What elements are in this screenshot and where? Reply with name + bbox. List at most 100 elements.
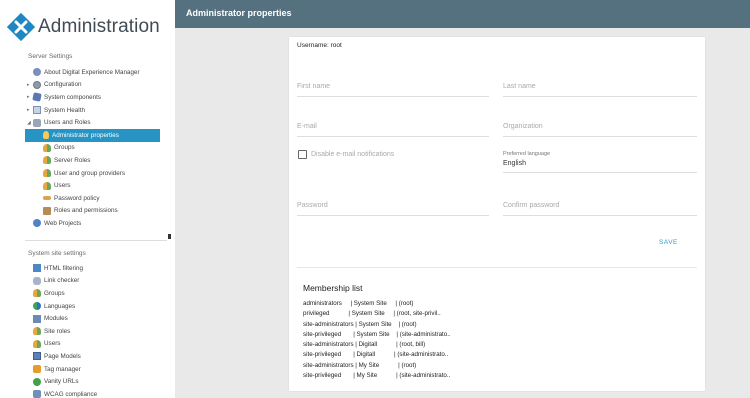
sidebar-item-site-roles[interactable]: Site roles bbox=[0, 325, 175, 338]
vanity-icon bbox=[33, 377, 41, 386]
sidebar-item-user-and-group-providers[interactable]: User and group providers bbox=[0, 167, 175, 180]
site-roles-icon bbox=[33, 327, 41, 336]
sidebar-item-label: Page Models bbox=[44, 352, 81, 360]
password-field[interactable]: Password bbox=[297, 202, 489, 216]
sidebar-item-label: Users and Roles bbox=[44, 119, 91, 127]
sidebar-item-page-models[interactable]: Page Models bbox=[0, 350, 175, 363]
organization-field[interactable]: Organization bbox=[503, 123, 697, 137]
confirm-password-field[interactable]: Confirm password bbox=[503, 202, 697, 216]
sidebar-item-label: Vanity URLs bbox=[44, 378, 79, 386]
server-roles-icon bbox=[43, 156, 51, 165]
top-header: Administrator properties bbox=[175, 0, 750, 28]
membership-row: site-privileged | Digitall | (site-admin… bbox=[303, 351, 449, 359]
sidebar-item-languages[interactable]: Languages bbox=[0, 300, 175, 313]
sidebar-item-password-policy[interactable]: Password policy bbox=[0, 192, 175, 205]
sidebar-item-label: HTML filtering bbox=[44, 264, 83, 272]
web-icon bbox=[33, 219, 41, 228]
sidebar-item-modules[interactable]: Modules bbox=[0, 312, 175, 325]
sidebar-divider bbox=[25, 240, 167, 241]
gear-icon bbox=[33, 80, 41, 89]
sidebar-item-label: Link checker bbox=[44, 277, 80, 285]
sidebar-item-label: Server Roles bbox=[54, 156, 91, 164]
page-title: Administrator properties bbox=[186, 8, 292, 18]
email-field[interactable]: E-mail bbox=[297, 123, 489, 137]
section-divider bbox=[297, 267, 697, 268]
tag-icon bbox=[33, 365, 41, 374]
sidebar-item-label: Web Projects bbox=[44, 219, 82, 227]
brand: Administration bbox=[7, 12, 160, 42]
preferred-language-select[interactable]: Preferred language English bbox=[503, 151, 697, 173]
first-name-field[interactable]: First name bbox=[297, 83, 489, 97]
membership-title: Membership list bbox=[303, 283, 363, 293]
email-placeholder: E-mail bbox=[297, 123, 317, 130]
sidebar-item-administrator-properties[interactable]: Administrator properties bbox=[25, 128, 160, 142]
sidebar-item-label: About Digital Experience Manager bbox=[44, 68, 140, 76]
membership-row: site-administrators | My Site | (root) bbox=[303, 361, 417, 369]
save-button[interactable]: SAVE bbox=[659, 239, 678, 246]
disable-email-row[interactable]: Disable e-mail notifications bbox=[298, 150, 394, 159]
groups-icon bbox=[43, 143, 51, 152]
server-settings-tree: About Digital Experience Manager ▸ Configu… bbox=[0, 66, 175, 230]
system-site-heading: System site settings bbox=[28, 250, 86, 257]
sidebar-item-server-roles[interactable]: Server Roles bbox=[0, 154, 175, 167]
sidebar-item-roles-and-permissions[interactable]: Roles and permissions bbox=[0, 205, 175, 218]
components-icon bbox=[32, 92, 42, 103]
sidebar-item-label: Tag manager bbox=[44, 365, 81, 373]
sidebar-item-label: Users bbox=[54, 182, 71, 190]
sidebar-item-system-components[interactable]: ▸ System components bbox=[0, 91, 175, 104]
providers-icon bbox=[43, 169, 51, 178]
last-name-field[interactable]: Last name bbox=[503, 83, 697, 97]
link-icon bbox=[33, 276, 41, 285]
membership-row: site-privileged | My Site | (site-admini… bbox=[303, 372, 451, 380]
confirm-password-placeholder: Confirm password bbox=[503, 202, 560, 209]
sidebar-item-link-checker[interactable]: Link checker bbox=[0, 275, 175, 288]
server-settings-heading: Server Settings bbox=[28, 53, 73, 60]
admin-icon bbox=[43, 131, 49, 140]
sidebar-item-label: Modules bbox=[44, 315, 68, 323]
first-name-placeholder: First name bbox=[297, 83, 331, 90]
sidebar-item-about-digital-experience-manager[interactable]: About Digital Experience Manager bbox=[0, 66, 175, 79]
sidebar-item-vanity-urls[interactable]: Vanity URLs bbox=[0, 375, 175, 388]
groups-icon bbox=[33, 289, 41, 298]
sidebar-scroll-handle[interactable] bbox=[168, 234, 171, 239]
last-name-placeholder: Last name bbox=[503, 83, 536, 90]
sidebar-item-html-filtering[interactable]: HTML filtering bbox=[0, 262, 175, 275]
sidebar: Administration Server Settings About Dig… bbox=[0, 0, 175, 398]
sidebar-item-label: Roles and permissions bbox=[54, 207, 118, 215]
sidebar-item-users[interactable]: Users bbox=[0, 179, 175, 192]
sidebar-item-tag-manager[interactable]: Tag manager bbox=[0, 363, 175, 376]
collapsed-arrow-icon[interactable]: ▸ bbox=[27, 107, 30, 113]
sidebar-item-groups[interactable]: Groups bbox=[0, 287, 175, 300]
key-icon bbox=[43, 196, 51, 201]
sidebar-item-groups[interactable]: Groups bbox=[0, 142, 175, 155]
collapsed-arrow-icon[interactable]: ▸ bbox=[27, 82, 30, 88]
users-icon bbox=[33, 339, 41, 348]
sidebar-item-wcag-compliance[interactable]: WCAG compliance bbox=[0, 388, 175, 398]
jahia-logo-icon bbox=[7, 13, 35, 41]
membership-row: privileged | System Site | (root, site-p… bbox=[303, 310, 441, 318]
sidebar-item-configuration[interactable]: ▸ Configuration bbox=[0, 79, 175, 92]
sidebar-item-label: Users bbox=[44, 340, 61, 348]
membership-row: administrators | System Site | (root) bbox=[303, 300, 414, 307]
sidebar-item-label: Site roles bbox=[44, 327, 71, 335]
sidebar-item-label: Configuration bbox=[44, 81, 82, 89]
sidebar-item-label: User and group providers bbox=[54, 169, 126, 177]
sidebar-item-web-projects[interactable]: Web Projects bbox=[0, 217, 175, 230]
sidebar-item-users[interactable]: Users bbox=[0, 338, 175, 351]
sidebar-item-label: WCAG compliance bbox=[44, 390, 98, 398]
collapsed-arrow-icon[interactable]: ▸ bbox=[27, 94, 30, 100]
disable-email-checkbox[interactable] bbox=[298, 150, 307, 159]
sidebar-item-system-health[interactable]: ▸ System Health bbox=[0, 104, 175, 117]
sidebar-item-label: System Health bbox=[44, 106, 85, 114]
roles-icon bbox=[43, 206, 51, 215]
organization-placeholder: Organization bbox=[503, 123, 543, 130]
sidebar-item-label: Administrator properties bbox=[52, 131, 119, 139]
languages-icon bbox=[33, 302, 41, 311]
users-icon bbox=[43, 181, 51, 190]
health-icon bbox=[33, 106, 41, 115]
expanded-arrow-icon[interactable]: ◢ bbox=[27, 120, 31, 126]
html-icon bbox=[33, 264, 41, 273]
sidebar-item-users-and-roles[interactable]: ◢ Users and Roles bbox=[0, 116, 175, 129]
username-label: Username: root bbox=[297, 42, 342, 49]
sidebar-item-label: Languages bbox=[44, 302, 76, 310]
